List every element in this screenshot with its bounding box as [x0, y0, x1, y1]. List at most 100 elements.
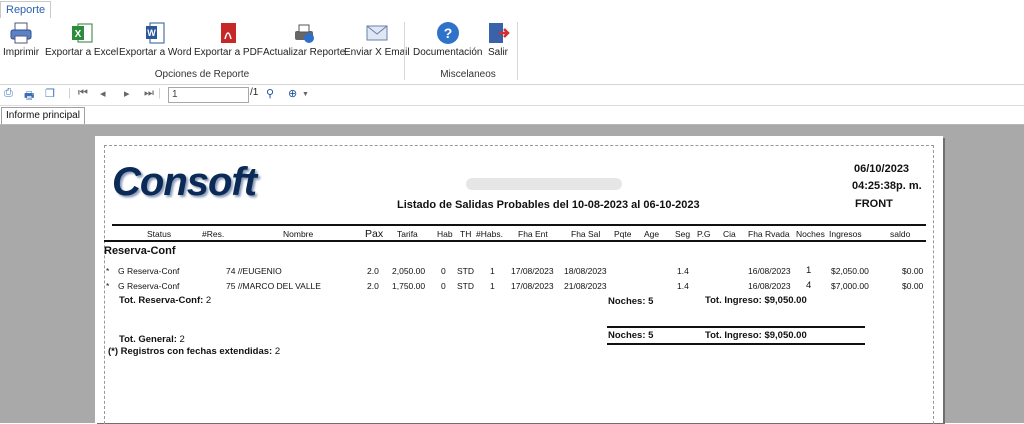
- word-icon: W: [146, 22, 165, 44]
- svg-text:W: W: [148, 28, 157, 38]
- col-th: TH: [460, 229, 472, 239]
- col-saldo: saldo: [890, 229, 911, 239]
- redacted-block: [466, 178, 622, 190]
- row-1-tarifa: 2,050.00: [392, 266, 426, 276]
- document-tabs: Informe principal: [0, 106, 1024, 125]
- export-word-label: Exportar a Word: [119, 47, 192, 58]
- find-icon[interactable]: ⚲: [266, 87, 274, 100]
- exit-icon: [489, 23, 510, 43]
- row-1-res: 74 //EUGENIO: [226, 266, 282, 276]
- grand-noches: Noches: 5: [608, 330, 654, 341]
- col-fha-sal: Fha Sal: [571, 229, 601, 239]
- ribbon-tab-bar: Reporte: [0, 0, 1024, 19]
- columns-rule: [104, 240, 926, 242]
- zoom-icon[interactable]: ⊕: [288, 87, 297, 100]
- copy-icon[interactable]: ❐: [45, 87, 55, 100]
- row-2-hab: 0: [441, 281, 446, 291]
- toolbar-divider: |: [158, 87, 161, 99]
- row-1-th: STD: [457, 266, 474, 276]
- group-title: Reserva-Conf: [104, 245, 176, 257]
- col-pg: P.G: [697, 229, 711, 239]
- tab-informe-principal[interactable]: Informe principal: [1, 107, 85, 124]
- grand-total-label: Tot. General:: [119, 334, 177, 345]
- send-email-label: Enviar X Email: [344, 47, 410, 58]
- row-1-pax: 2.0: [367, 266, 379, 276]
- row-1-status: G Reserva-Conf: [118, 266, 180, 276]
- row-2-status: G Reserva-Conf: [118, 281, 180, 291]
- svg-text:X: X: [74, 29, 81, 40]
- prev-page-icon[interactable]: ◂: [100, 87, 106, 100]
- row-1-mark: *: [106, 266, 110, 276]
- row-2-th: STD: [457, 281, 474, 291]
- col-nombre: Nombre: [283, 229, 314, 239]
- row-2-mark: *: [106, 281, 110, 291]
- col-pqte: Pqte: [614, 229, 632, 239]
- group-separator: [517, 22, 518, 80]
- printer-icon: [10, 22, 32, 44]
- row-1-hab: 0: [441, 266, 446, 276]
- page-number-input[interactable]: 1: [168, 87, 249, 103]
- extended-label: (*) Registros con fechas extendidas:: [108, 346, 273, 357]
- export-icon[interactable]: ⎙: [4, 87, 13, 100]
- row-1-seg: 1.4: [677, 266, 689, 276]
- row-1-fha-rvada: 16/08/2023: [748, 266, 791, 276]
- grand-total-top-rule: [607, 326, 865, 328]
- col-fha-rvada: Fha Rvada: [748, 229, 790, 239]
- report-date: 06/10/2023: [854, 163, 910, 175]
- export-pdf-label: Exportar a PDF: [194, 47, 263, 58]
- print-label: Imprimir: [3, 47, 40, 58]
- row-2-ingresos: $7,000.00: [831, 281, 869, 291]
- refresh-report-button[interactable]: Actualizar Reporte: [263, 21, 345, 58]
- page-total: /1: [250, 87, 259, 98]
- grand-ingreso: Tot. Ingreso: $9,050.00: [705, 330, 807, 341]
- col-fha-ent: Fha Ent: [518, 229, 548, 239]
- export-excel-button[interactable]: X Exportar a Excel: [45, 21, 118, 58]
- documentation-button[interactable]: ? Documentación: [413, 21, 482, 58]
- exit-button[interactable]: Salir: [486, 21, 510, 58]
- group-total: Tot. Reserva-Conf: 2: [119, 295, 211, 306]
- row-1-habs: 1: [490, 266, 495, 276]
- documentation-label: Documentación: [413, 47, 483, 58]
- refresh-printer-icon: [295, 24, 315, 43]
- row-1-saldo: $0.00: [902, 266, 924, 276]
- extended-value: 2: [274, 346, 281, 357]
- print-icon[interactable]: 🖶: [24, 87, 34, 106]
- report-time: 04:25:38p. m.: [852, 180, 922, 192]
- col-habs: #Habs.: [476, 229, 503, 239]
- first-page-icon[interactable]: ⏮: [78, 87, 88, 100]
- col-age: Age: [644, 229, 660, 239]
- col-ingresos: Ingresos: [829, 229, 862, 239]
- next-page-icon[interactable]: ▸: [124, 87, 130, 100]
- grand-total-bottom-rule: [607, 343, 865, 345]
- group-separator: [404, 22, 405, 80]
- row-2-habs: 1: [490, 281, 495, 291]
- grand-total: Tot. General: 2: [119, 334, 185, 345]
- row-1-noches: 1: [806, 265, 812, 276]
- pdf-icon: [221, 23, 237, 43]
- print-button[interactable]: Imprimir: [3, 21, 39, 58]
- export-pdf-button[interactable]: Exportar a PDF: [194, 21, 263, 58]
- export-word-button[interactable]: W Exportar a Word: [119, 21, 192, 58]
- svg-text:?: ?: [443, 25, 452, 41]
- group-total-value: 2: [205, 295, 212, 306]
- col-tarifa: Tarifa: [397, 229, 418, 239]
- group-total-label: Tot. Reserva-Conf:: [119, 295, 204, 306]
- group-ingreso: Tot. Ingreso: $9,050.00: [705, 295, 807, 306]
- row-2-pax: 2.0: [367, 281, 379, 291]
- row-2-seg: 1.4: [677, 281, 689, 291]
- row-1-fha-ent: 17/08/2023: [511, 266, 554, 276]
- chevron-down-icon[interactable]: ▼: [302, 91, 309, 98]
- row-2-noches: 4: [806, 280, 812, 291]
- send-email-button[interactable]: Enviar X Email: [344, 21, 410, 58]
- tab-reporte[interactable]: Reporte: [0, 1, 52, 19]
- col-seg: Seg: [675, 229, 691, 239]
- col-hab: Hab: [437, 229, 453, 239]
- help-icon: ?: [436, 22, 459, 44]
- last-page-icon[interactable]: ⏭: [144, 87, 154, 100]
- row-2-saldo: $0.00: [902, 281, 924, 291]
- col-cia: Cia: [723, 229, 736, 239]
- row-2-fha-rvada: 16/08/2023: [748, 281, 791, 291]
- exit-label: Salir: [487, 47, 508, 58]
- col-res: #Res.: [202, 229, 225, 239]
- ribbon: Imprimir X Exportar a Excel W Exportar a…: [0, 18, 1024, 85]
